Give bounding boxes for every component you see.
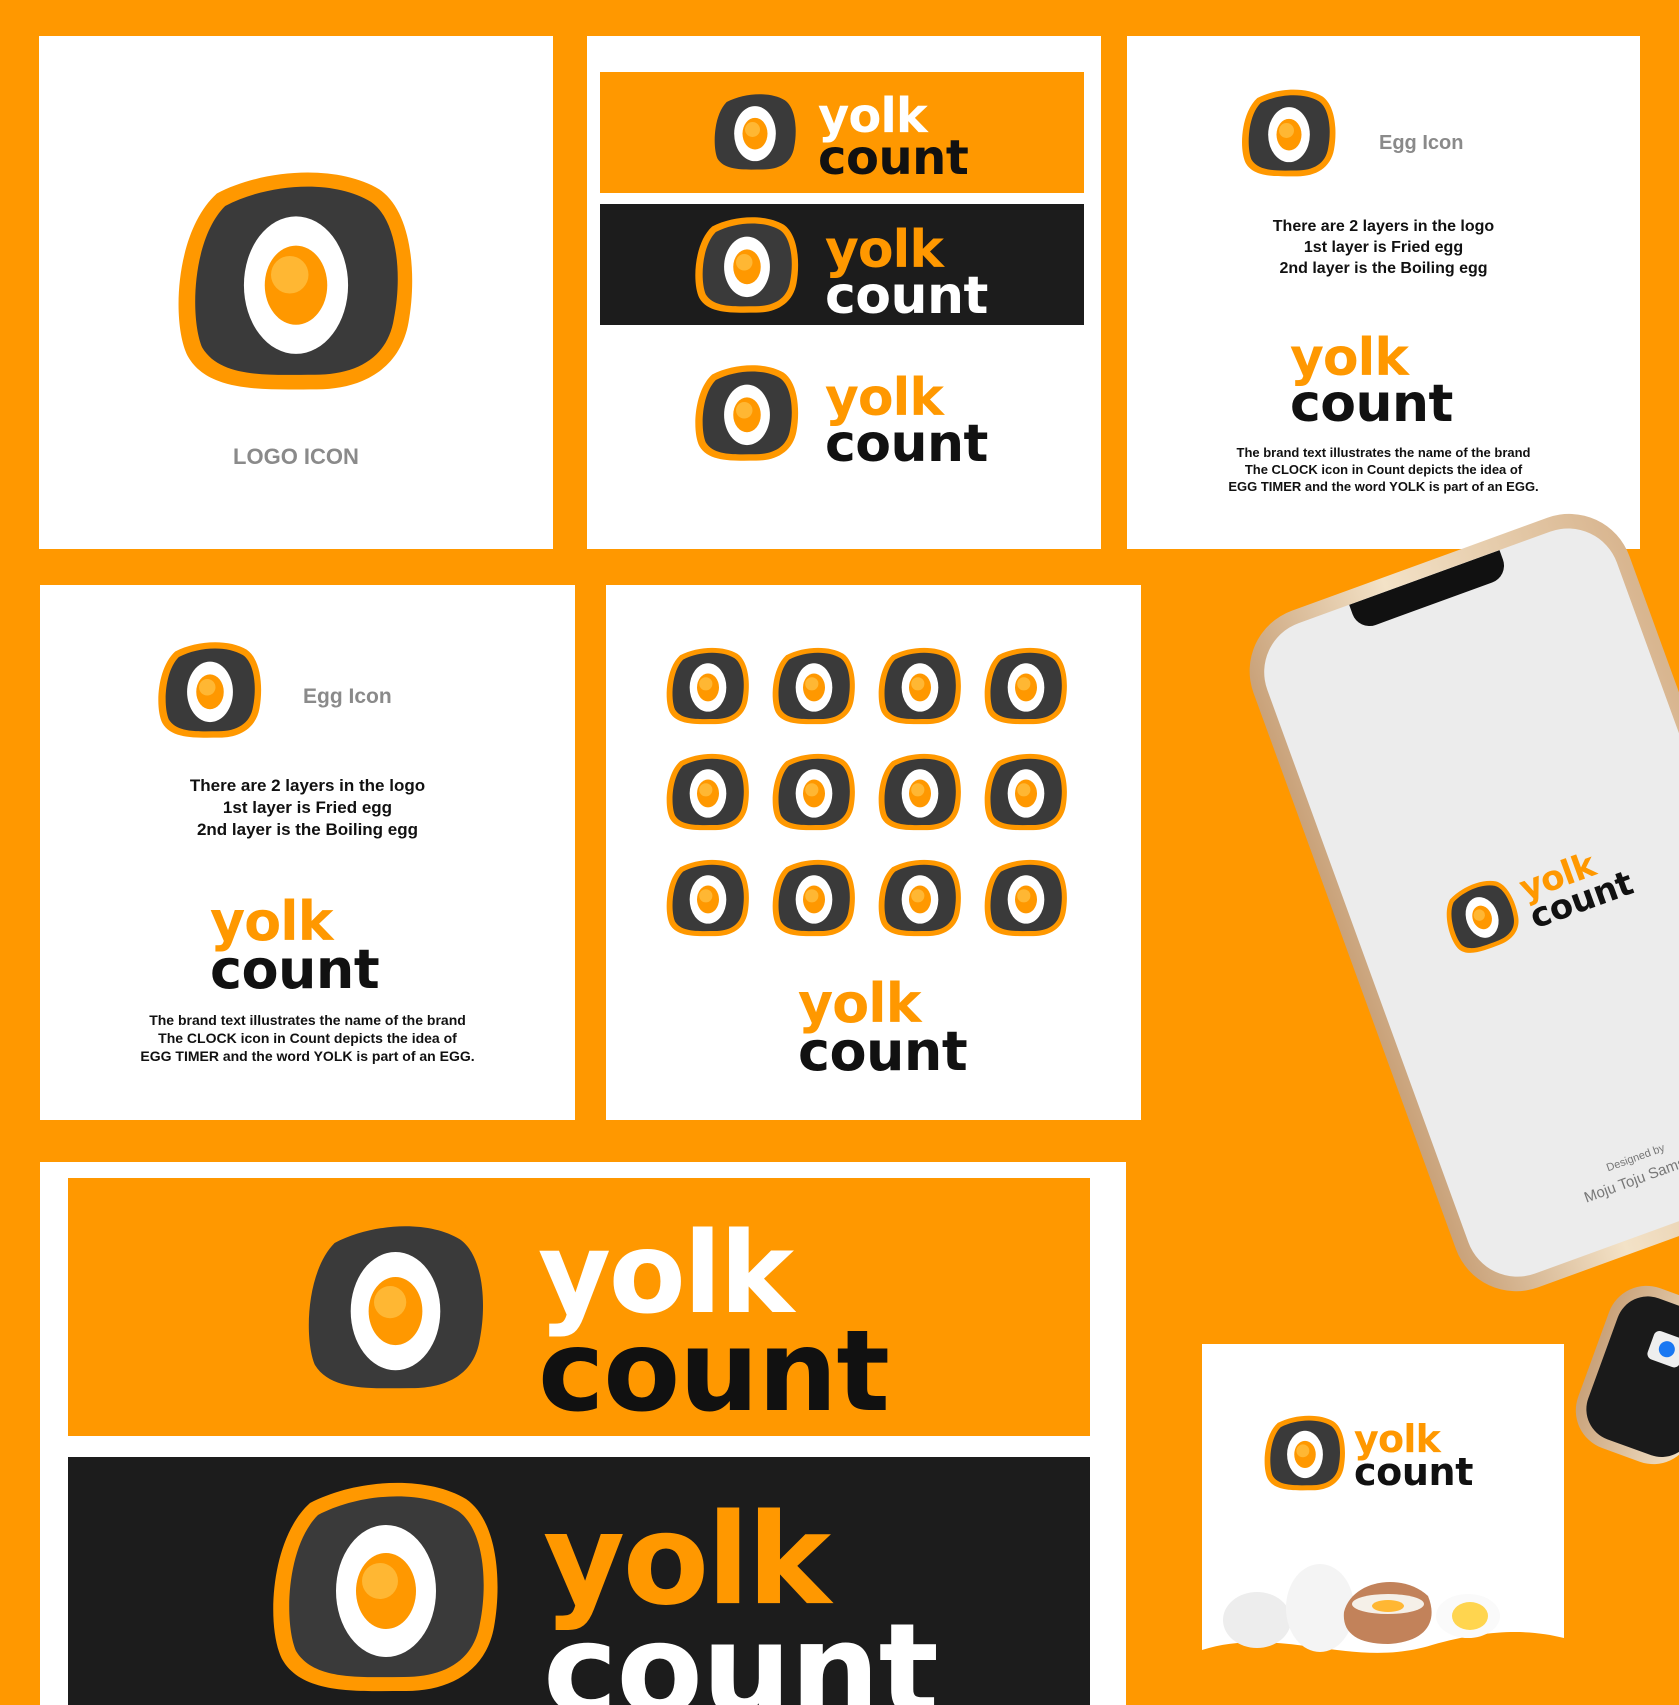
egg-icon	[982, 642, 1070, 730]
egg-icon	[770, 748, 858, 836]
explanation-panel-1: Egg Icon There are 2 layers in the logo …	[1127, 36, 1640, 549]
egg-icon	[1433, 868, 1530, 965]
brand-text-description: The brand text illustrates the name of t…	[1228, 445, 1539, 494]
egg-icon	[982, 748, 1070, 836]
yolk-count-wordmark: yolk count	[825, 368, 988, 474]
egg-icon	[770, 642, 858, 730]
egg-icon	[664, 642, 752, 730]
brand-text-description: The brand text illustrates the name of t…	[140, 1012, 475, 1064]
yolk-count-wordmark: yolk count	[1290, 328, 1453, 434]
egg-icon-label: Egg Icon	[1379, 132, 1464, 154]
phone-mockup: yolk count Designed by Moju Toju Samson	[1231, 489, 1679, 1347]
egg-icon	[664, 854, 752, 942]
large-banner-panel: yolk count yolk count	[40, 1162, 1126, 1705]
egg-icon	[1239, 83, 1339, 183]
phone-screen: yolk count Designed by Moju Toju Samson	[1249, 513, 1679, 1292]
egg-logo-icon	[171, 156, 421, 406]
yolk-count-wordmark: yolk count	[818, 88, 969, 186]
egg-icon-label: Egg Icon	[303, 685, 392, 708]
icon-pattern-panel: yolk count	[606, 585, 1141, 1120]
dark-band: yolk count	[600, 204, 1084, 325]
layers-description: There are 2 layers in the logo 1st layer…	[189, 776, 426, 839]
egg-icon	[1262, 1410, 1348, 1496]
logo-icon-label: LOGO ICON	[233, 444, 359, 469]
egg-icon	[982, 854, 1070, 942]
second-phone-screen	[1577, 1287, 1679, 1466]
egg-icon	[692, 358, 802, 468]
egg-icon	[876, 642, 964, 730]
logo-icon-panel: LOGO ICON	[39, 36, 553, 549]
eggs-illustration	[1202, 1564, 1564, 1705]
egg-icon	[705, 82, 805, 182]
yolk-count-wordmark: yolk count	[798, 972, 968, 1083]
eggs-product-card: yolk count	[1202, 1344, 1564, 1705]
yolk-count-wordmark: yolk count	[538, 1209, 890, 1437]
egg-icon	[288, 1200, 503, 1415]
egg-icon	[266, 1467, 506, 1705]
egg-icon	[664, 748, 752, 836]
orange-band: yolk count	[600, 72, 1084, 193]
yolk-count-wordmark: yolk count	[1354, 1417, 1474, 1494]
egg-icon	[155, 635, 265, 745]
orange-banner: yolk count	[68, 1178, 1090, 1436]
yolk-count-wordmark: yolk count	[543, 1486, 939, 1705]
layers-description: There are 2 layers in the logo 1st layer…	[1272, 218, 1495, 277]
yolk-count-wordmark: yolk count	[1514, 845, 1639, 938]
egg-icon	[876, 854, 964, 942]
egg-icon	[692, 210, 802, 320]
dark-banner: yolk count	[68, 1457, 1090, 1705]
explanation-panel-2: Egg Icon There are 2 layers in the logo …	[40, 585, 575, 1120]
logo-variations-panel: yolk count yolk count yolk count	[587, 36, 1101, 549]
egg-icon	[770, 854, 858, 942]
yolk-count-wordmark: yolk count	[210, 890, 380, 1001]
facebook-icon	[1645, 1329, 1679, 1370]
yolk-count-wordmark: yolk count	[825, 220, 988, 326]
egg-icon	[876, 748, 964, 836]
